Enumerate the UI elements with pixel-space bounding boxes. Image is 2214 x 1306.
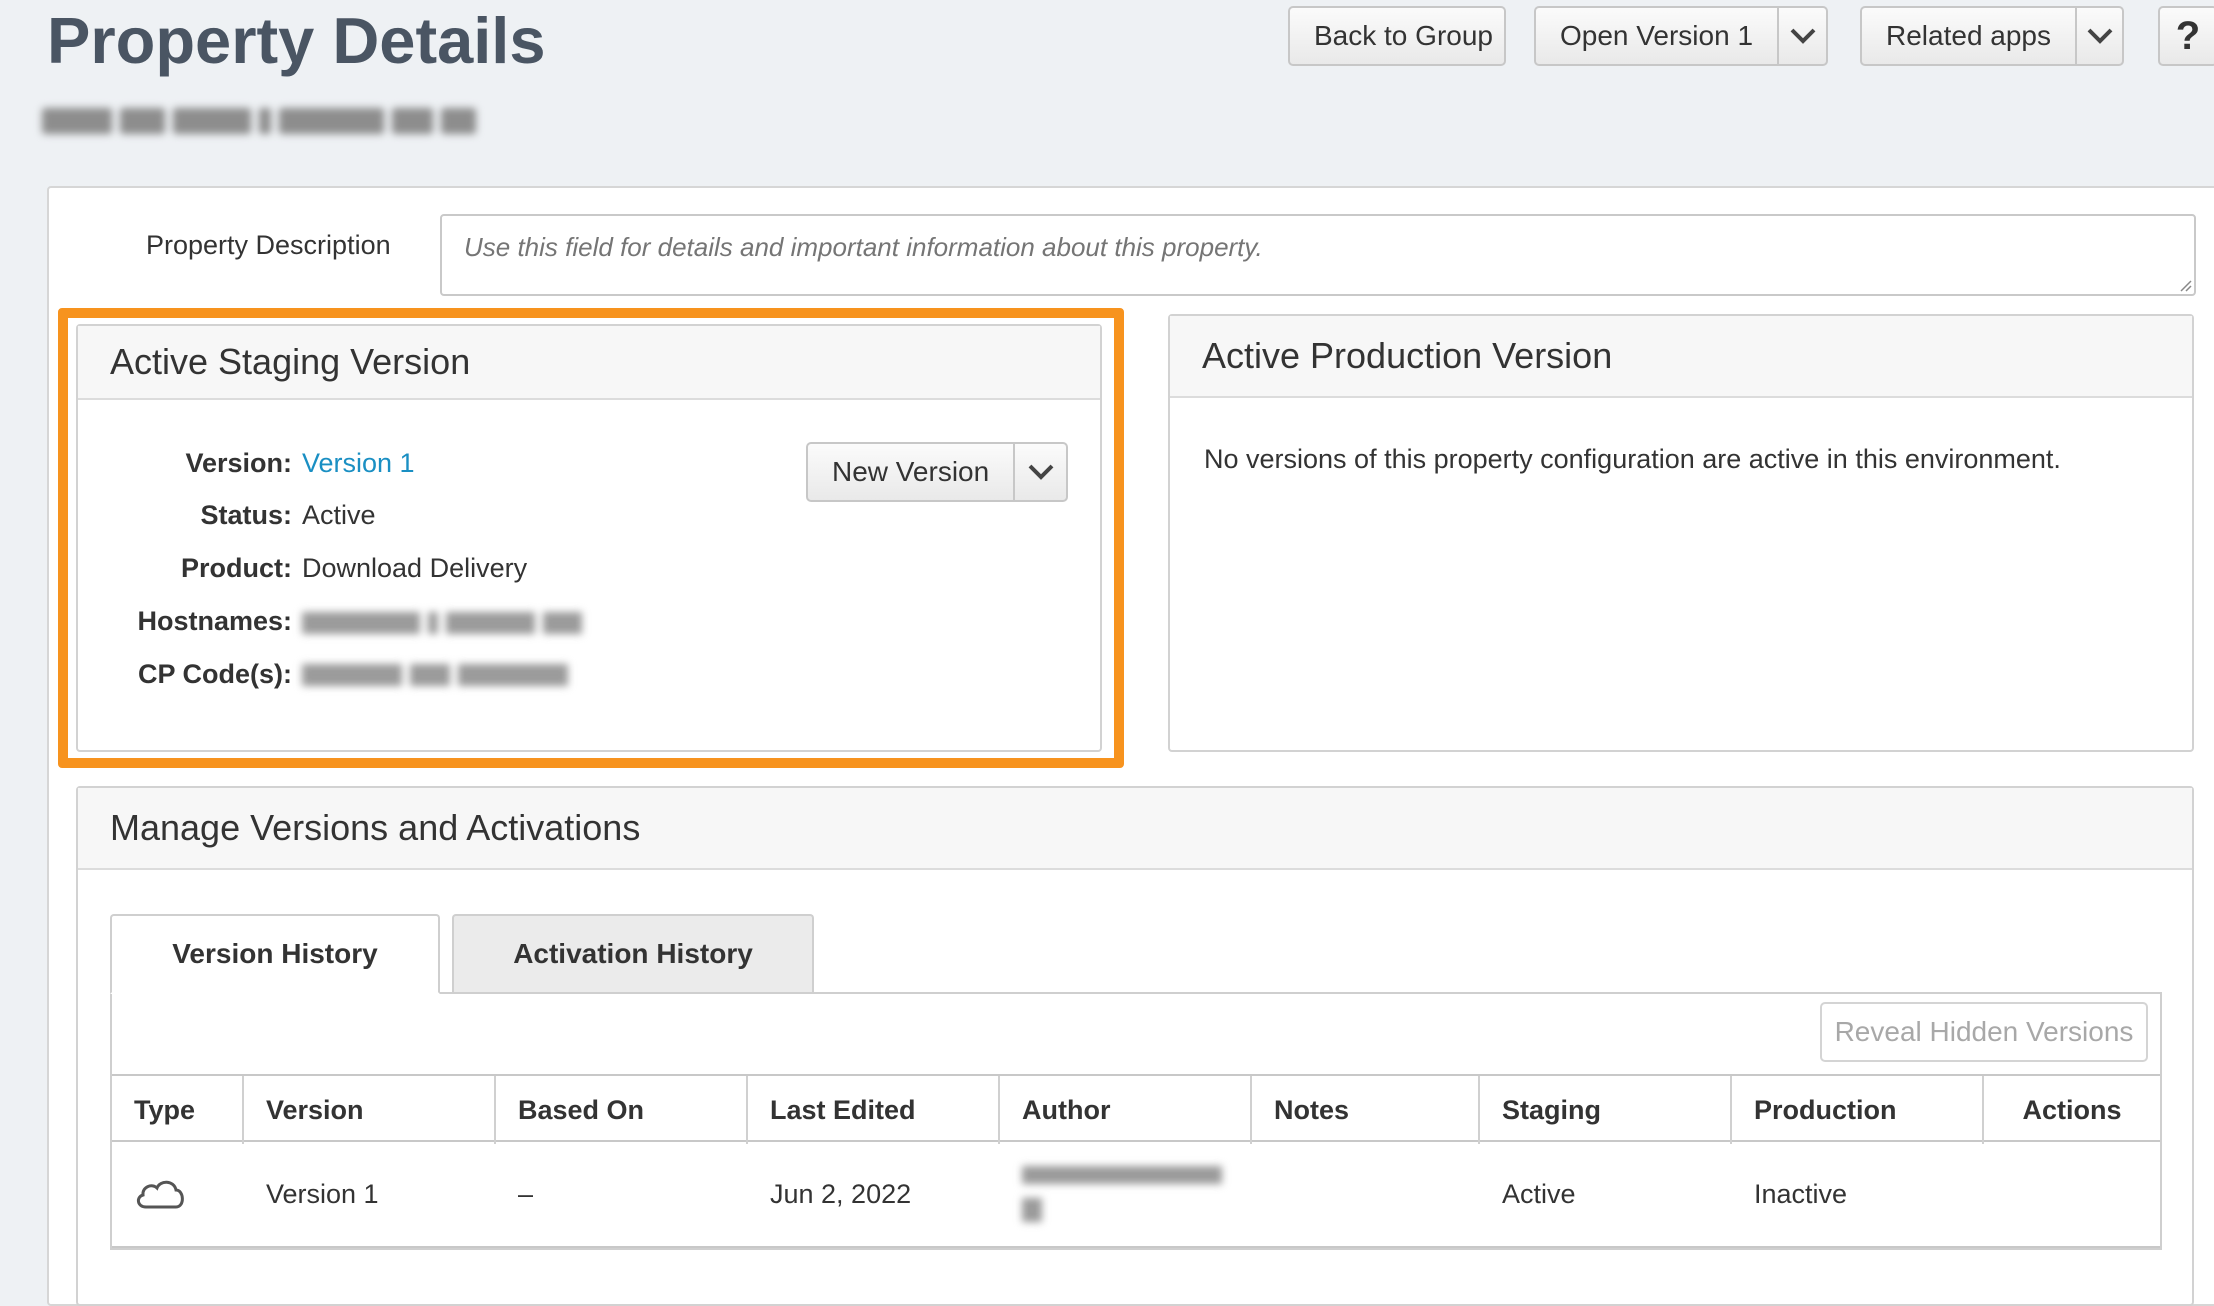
column-header-version[interactable]: Version bbox=[244, 1076, 496, 1144]
back-to-group-label: Back to Group bbox=[1314, 20, 1493, 51]
row-staging-status: Active bbox=[1502, 1178, 1576, 1209]
row-based-on: – bbox=[518, 1178, 534, 1209]
back-to-group-button[interactable]: Back to Group bbox=[1288, 6, 1506, 66]
row-version-link[interactable]: Version 1 bbox=[244, 1142, 496, 1246]
version-label: Version: bbox=[185, 448, 292, 478]
cpcodes-label: CP Code(s): bbox=[137, 659, 292, 689]
cpcodes-value-redacted bbox=[302, 664, 578, 686]
chevron-down-icon[interactable] bbox=[2075, 8, 2122, 64]
property-name-redacted bbox=[42, 100, 477, 142]
staging-version-link[interactable]: Version 1 bbox=[302, 448, 415, 479]
row-last-edited: Jun 2, 2022 bbox=[770, 1178, 912, 1209]
related-apps-label: Related apps bbox=[1886, 20, 2052, 51]
new-version-label: New Version bbox=[832, 456, 990, 487]
property-description-input[interactable] bbox=[440, 214, 2196, 296]
reveal-hidden-versions-button[interactable]: Reveal Hidden Versions bbox=[1820, 1002, 2148, 1062]
help-button[interactable]: ? bbox=[2158, 6, 2214, 66]
active-production-title: Active Production Version bbox=[1170, 316, 2192, 398]
chevron-down-icon[interactable] bbox=[1013, 444, 1066, 500]
hostnames-value-redacted bbox=[302, 612, 582, 634]
production-message: No versions of this property configurati… bbox=[1204, 444, 2061, 474]
chevron-down-icon[interactable] bbox=[1777, 8, 1826, 64]
tab-activation-history[interactable]: Activation History bbox=[452, 914, 814, 992]
column-header-based-on[interactable]: Based On bbox=[496, 1076, 748, 1144]
row-actions[interactable] bbox=[1984, 1142, 2160, 1246]
column-header-production[interactable]: Production bbox=[1732, 1076, 1984, 1144]
table-row: Version 1 – Jun 2, 2022 Active Inactive bbox=[112, 1142, 2160, 1246]
row-production-status: Inactive bbox=[1754, 1178, 1848, 1209]
tab-version-history[interactable]: Version History bbox=[110, 914, 440, 994]
hostnames-label: Hostnames: bbox=[137, 606, 292, 636]
status-value: Active bbox=[302, 500, 376, 530]
table-bottom-divider bbox=[112, 1246, 2160, 1248]
manage-versions-title: Manage Versions and Activations bbox=[78, 788, 2192, 870]
column-header-last-edited[interactable]: Last Edited bbox=[748, 1076, 1000, 1144]
related-apps-button[interactable]: Related apps bbox=[1860, 6, 2124, 66]
page-title: Property Details bbox=[47, 4, 546, 77]
column-header-actions[interactable]: Actions bbox=[1984, 1076, 2160, 1144]
active-production-card: Active Production Version No versions of… bbox=[1168, 314, 2194, 752]
new-version-button[interactable]: New Version bbox=[806, 442, 1068, 502]
resize-grip-icon[interactable] bbox=[2178, 278, 2192, 292]
row-notes bbox=[1252, 1142, 1480, 1246]
highlight-frame bbox=[58, 308, 1124, 768]
column-header-notes[interactable]: Notes bbox=[1252, 1076, 1480, 1144]
open-version-label: Open Version 1 bbox=[1560, 20, 1754, 51]
product-label: Product: bbox=[181, 553, 292, 583]
table-header: Type Version Based On Last Edited Author… bbox=[112, 1074, 2160, 1144]
open-version-button[interactable]: Open Version 1 bbox=[1534, 6, 1828, 66]
row-author-redacted bbox=[1000, 1142, 1252, 1246]
cloud-icon bbox=[112, 1142, 244, 1246]
property-description-label: Property Description bbox=[146, 230, 391, 260]
column-header-author[interactable]: Author bbox=[1000, 1076, 1252, 1144]
column-header-type[interactable]: Type bbox=[112, 1076, 244, 1144]
column-header-staging[interactable]: Staging bbox=[1480, 1076, 1732, 1144]
product-value: Download Delivery bbox=[302, 553, 528, 583]
status-label: Status: bbox=[200, 500, 292, 530]
